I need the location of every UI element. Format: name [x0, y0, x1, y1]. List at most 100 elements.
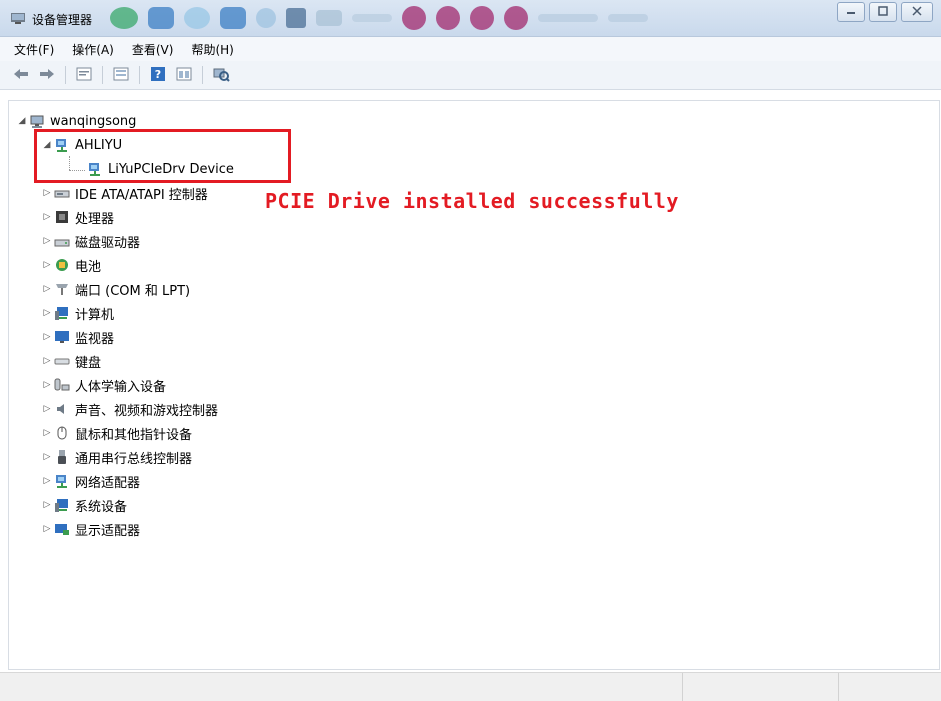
expand-arrow-icon[interactable]: ▷: [42, 236, 52, 246]
monitor-icon: [54, 329, 70, 345]
highlight-box: [34, 129, 291, 183]
close-icon: [912, 5, 922, 19]
tree-category-label: 显示适配器: [75, 523, 141, 539]
window-title: 设备管理器: [32, 13, 93, 27]
port-icon: [54, 281, 70, 297]
success-annotation: PCIE Drive installed successfully: [265, 189, 679, 213]
menu-action[interactable]: 操作(A): [72, 41, 114, 58]
tree-root-label: wanqingsong: [50, 113, 137, 129]
forward-arrow-icon: [38, 67, 56, 84]
maximize-icon: [878, 5, 888, 19]
tree-category[interactable]: ▷ 监视器: [42, 326, 114, 348]
help-button[interactable]: ?: [147, 65, 169, 85]
tree-category[interactable]: ▷ 显示适配器: [42, 518, 140, 540]
expand-arrow-icon[interactable]: ▷: [42, 500, 52, 510]
tree-category-label: 鼠标和其他指针设备: [75, 427, 193, 443]
tree-category-label: 计算机: [75, 307, 115, 323]
expand-arrow-icon[interactable]: ▷: [42, 428, 52, 438]
expand-arrow-icon[interactable]: ▷: [42, 284, 52, 294]
scan-hardware-icon: [212, 66, 230, 85]
network-adapter-icon: [54, 473, 70, 489]
computer-icon: [54, 305, 70, 321]
details-button[interactable]: [173, 65, 195, 85]
status-divider: [838, 673, 839, 701]
status-bar: [0, 672, 941, 701]
help-icon: ?: [150, 66, 166, 85]
mouse-icon: [54, 425, 70, 441]
keyboard-icon: [54, 353, 70, 369]
back-arrow-icon: [12, 67, 30, 84]
menu-bar: 文件(F) 操作(A) 查看(V) 帮助(H): [0, 37, 941, 61]
tree-category[interactable]: ▷ 人体学输入设备: [42, 374, 166, 396]
device-manager-icon: [10, 11, 26, 25]
tree-category[interactable]: ▷ 系统设备: [42, 494, 127, 516]
expand-arrow-icon[interactable]: ▷: [42, 332, 52, 342]
processor-icon: [54, 209, 70, 225]
scan-hardware-button[interactable]: [210, 65, 232, 85]
tree-category[interactable]: ▷ 鼠标和其他指针设备: [42, 422, 192, 444]
maximize-button[interactable]: [869, 2, 897, 22]
expand-arrow-icon[interactable]: ▷: [42, 356, 52, 366]
status-divider: [682, 673, 683, 701]
tree-category[interactable]: ▷ 端口 (COM 和 LPT): [42, 278, 191, 300]
toolbar-separator: [102, 66, 103, 84]
speaker-icon: [54, 401, 70, 417]
tree-view-icon: [113, 67, 129, 84]
ide-controller-icon: [54, 185, 70, 201]
minimize-icon: [846, 5, 856, 19]
expand-arrow-icon[interactable]: ▷: [42, 260, 52, 270]
window-controls: [837, 2, 933, 22]
back-button[interactable]: [10, 65, 32, 85]
system-device-icon: [54, 497, 70, 513]
tree-category-label: 电池: [75, 259, 102, 275]
toolbar-separator: [139, 66, 140, 84]
toolbar: ?: [0, 61, 941, 90]
tree-category[interactable]: ▷ 网络适配器: [42, 470, 140, 492]
toolbar-separator: [65, 66, 66, 84]
computer-icon: [29, 113, 45, 129]
expand-arrow-icon[interactable]: ▷: [42, 188, 52, 198]
tree-category-label: 处理器: [75, 211, 115, 227]
tree-category-label: 端口 (COM 和 LPT): [75, 283, 191, 299]
tree-category-label: 通用串行总线控制器: [75, 451, 193, 467]
expand-arrow-icon[interactable]: ▷: [42, 380, 52, 390]
tree-category[interactable]: ▷ 声音、视频和游戏控制器: [42, 398, 218, 420]
expand-arrow-icon[interactable]: ▷: [42, 212, 52, 222]
menu-view[interactable]: 查看(V): [132, 41, 174, 58]
menu-file[interactable]: 文件(F): [14, 41, 54, 58]
tree-category[interactable]: ▷ 键盘: [42, 350, 101, 372]
expand-arrow-icon[interactable]: ▷: [42, 308, 52, 318]
tree-category-label: IDE ATA/ATAPI 控制器: [75, 187, 208, 203]
details-icon: [176, 67, 192, 84]
properties-icon: [76, 67, 92, 84]
tree-category[interactable]: ▷ 计算机: [42, 302, 114, 324]
tree-category-label: 声音、视频和游戏控制器: [75, 403, 219, 419]
expand-arrow-icon[interactable]: ▷: [42, 404, 52, 414]
collapse-arrow-icon[interactable]: ◢: [17, 116, 27, 126]
tree-category[interactable]: ▷ 处理器: [42, 206, 114, 228]
close-button[interactable]: [901, 2, 933, 22]
tree-category[interactable]: ▷ 通用串行总线控制器: [42, 446, 192, 468]
tree-view-button[interactable]: [110, 65, 132, 85]
title-bar: 设备管理器: [0, 0, 941, 37]
disk-drive-icon: [54, 233, 70, 249]
tree-category[interactable]: ▷ 磁盘驱动器: [42, 230, 140, 252]
hid-icon: [54, 377, 70, 393]
tree-category-label: 键盘: [75, 355, 102, 371]
battery-icon: [54, 257, 70, 273]
display-adapter-icon: [54, 521, 70, 537]
forward-button[interactable]: [36, 65, 58, 85]
blurred-taskbar-overlay: [110, 6, 648, 30]
tree-category-label: 网络适配器: [75, 475, 141, 491]
tree-category[interactable]: ▷ IDE ATA/ATAPI 控制器: [42, 182, 208, 204]
expand-arrow-icon[interactable]: ▷: [42, 476, 52, 486]
tree-category-label: 系统设备: [75, 499, 128, 515]
tree-category[interactable]: ▷ 电池: [42, 254, 101, 276]
tree-category-label: 磁盘驱动器: [75, 235, 141, 251]
properties-button[interactable]: [73, 65, 95, 85]
expand-arrow-icon[interactable]: ▷: [42, 524, 52, 534]
menu-help[interactable]: 帮助(H): [191, 41, 233, 58]
svg-text:?: ?: [155, 68, 161, 81]
minimize-button[interactable]: [837, 2, 865, 22]
expand-arrow-icon[interactable]: ▷: [42, 452, 52, 462]
